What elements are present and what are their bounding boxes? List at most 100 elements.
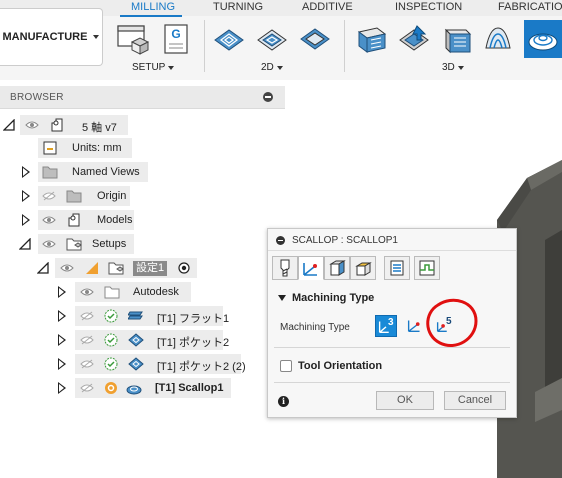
3d-pocket-icon[interactable] [397,22,431,56]
component-icon [68,213,80,227]
expand-arrow-icon[interactable] [22,166,30,178]
chevron-down-icon [457,65,464,70]
tree-item-named-views[interactable]: Named Views [0,161,285,183]
expand-arrow-icon[interactable] [58,358,66,370]
tool-orientation-checkbox[interactable] [280,360,292,372]
eye-icon[interactable] [80,287,94,297]
check-circle-icon [104,309,118,323]
info-icon[interactable]: i [278,396,289,407]
workspace-switcher[interactable]: MANUFACTURE [0,8,103,66]
minimize-icon[interactable] [276,236,285,245]
tab-inspection[interactable]: INSPECTION [395,1,462,13]
eye-icon[interactable] [25,120,39,130]
3d-radial-icon [528,33,558,51]
tab-turning[interactable]: TURNING [213,1,263,13]
machining-type-3axis-button[interactable]: 3 [375,315,397,337]
group-divider [344,20,345,72]
eye-icon[interactable] [60,263,74,273]
3d-scallop-icon[interactable] [482,22,516,56]
eye-icon[interactable] [42,239,56,249]
2d-group-text: 2D [261,62,274,73]
expand-arrow-icon[interactable] [58,382,66,394]
tree-root[interactable]: 5 軸 v7 [0,114,285,136]
root-label: 5 軸 v7 [82,122,117,134]
face-op-icon [128,311,143,320]
tab-additive[interactable]: ADDITIVE [302,1,353,13]
dialog-titlebar[interactable]: SCALLOP : SCALLOP1 [268,229,516,251]
minimize-icon[interactable] [263,92,273,102]
browser-panel-header: BROWSER [0,86,285,109]
tab-milling[interactable]: MILLING [131,1,175,13]
setup1-label: 設定1 [133,261,168,276]
tab-geometry[interactable] [298,256,324,280]
row-highlight [55,258,197,278]
eye-hidden-icon[interactable] [42,191,56,201]
operation-row[interactable]: [T1] ポケット2 (2) [0,353,285,375]
2d-group-label[interactable]: 2D [261,62,283,73]
eye-icon[interactable] [42,215,56,225]
pocket-op-icon [128,357,144,371]
component-icon [51,118,63,132]
eye-hidden-icon[interactable] [80,359,94,369]
tab-passes[interactable] [384,256,410,280]
pocket-op-icon [128,333,144,347]
tree-item-models[interactable]: Models [0,209,285,231]
cancel-button[interactable]: Cancel [444,391,506,410]
linking-icon [419,260,435,276]
active-target-icon[interactable] [178,262,190,274]
operation-row[interactable]: [T1] ポケット2 [0,329,285,351]
svg-text:G: G [171,27,180,41]
2d-contour-icon[interactable] [298,22,332,56]
tab-linking[interactable] [414,256,440,280]
3d-more-button[interactable] [524,20,562,58]
setups-label: Setups [92,238,127,250]
ok-button[interactable]: OK [376,391,434,410]
3d-group-text: 3D [442,62,455,73]
tree-item-autodesk[interactable]: Autodesk [0,281,285,303]
units-row[interactable]: Units: mm [0,137,285,159]
setup-group-label[interactable]: SETUP [132,62,175,73]
3d-adaptive-icon[interactable] [355,22,389,56]
collapse-triangle-icon[interactable] [19,238,31,250]
section-machining-type[interactable]: Machining Type [278,292,374,304]
models-label: Models [97,214,133,226]
2d-pocket-icon[interactable] [255,22,289,56]
tab-fabrication[interactable]: FABRICATION [498,1,562,13]
tab-stock[interactable] [324,256,350,280]
tree-item-setups[interactable]: Setups [0,233,285,255]
chevron-down-icon [278,295,286,301]
tab-heights[interactable] [350,256,376,280]
expand-arrow-icon[interactable] [58,334,66,346]
operation-label: [T1] フラット1 [157,313,230,325]
operation-row[interactable]: [T1] フラット1 [0,305,285,327]
3d-parallel-icon[interactable] [440,22,474,56]
2d-adaptive-icon[interactable] [212,22,246,56]
scallop-op-icon [126,385,142,395]
expand-arrow-icon[interactable] [22,214,30,226]
workspace-label: MANUFACTURE [2,31,88,43]
geometry-axes-icon [303,263,317,276]
eye-hidden-icon[interactable] [80,383,94,393]
expand-arrow-icon[interactable] [58,286,66,298]
g-code-icon[interactable]: G [160,22,194,56]
autodesk-label: Autodesk [133,286,179,298]
origin-label: Origin [97,190,127,202]
collapse-triangle-icon[interactable] [37,262,49,274]
red-circle-annotation [426,298,478,347]
eye-hidden-icon[interactable] [80,311,94,321]
folder-icon [104,286,120,299]
operation-row-selected[interactable]: [T1] Scallop1 [0,377,285,399]
group-divider [204,20,205,72]
eye-hidden-icon[interactable] [80,335,94,345]
expand-arrow-icon[interactable] [58,310,66,322]
warning-triangle-icon [86,262,98,274]
tree-item-setup1[interactable]: 設定1 [0,257,285,279]
setup-group-text: SETUP [132,62,166,73]
tab-tool[interactable] [272,256,298,280]
new-setup-icon[interactable] [116,22,150,56]
dialog-title: SCALLOP : SCALLOP1 [292,235,398,246]
collapse-triangle-icon[interactable] [3,119,15,131]
3d-group-label[interactable]: 3D [442,62,464,73]
tree-item-origin[interactable]: Origin [0,185,285,207]
expand-arrow-icon[interactable] [22,190,30,202]
